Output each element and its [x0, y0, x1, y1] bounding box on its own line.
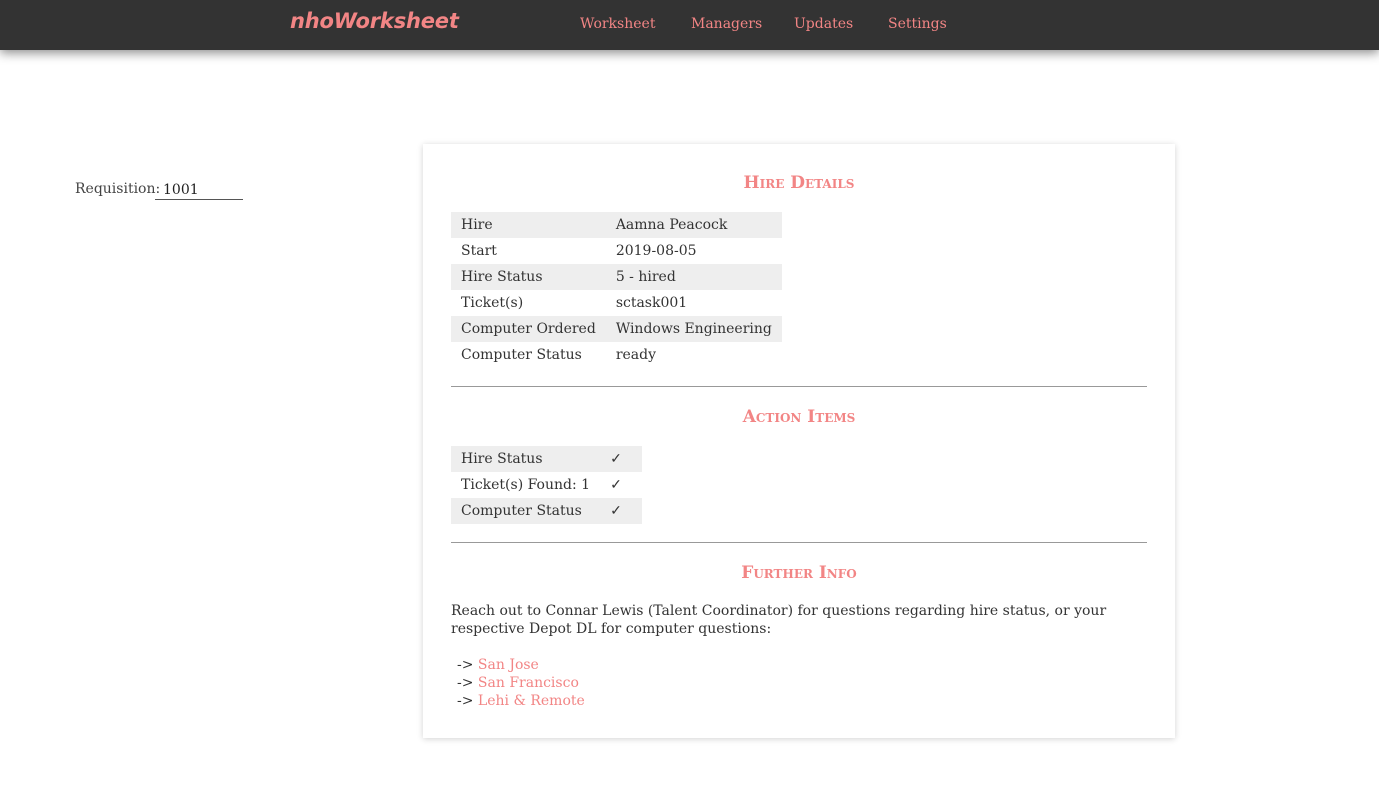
arrow-marker: -> [457, 675, 474, 691]
link-san-francisco[interactable]: San Francisco [478, 675, 579, 691]
table-row: Start 2019-08-05 [451, 238, 782, 264]
brand-logo[interactable]: nhoWorksheet [290, 9, 459, 33]
row-label: Start [461, 243, 497, 259]
table-row: Hire Status ✓ [451, 446, 643, 472]
checkmark-icon: ✓ [610, 477, 622, 493]
action-items-title: Action Items [742, 407, 856, 427]
row-value: Windows Engineering [605, 316, 782, 342]
row-value: sctask001 [615, 295, 688, 311]
requisition-input[interactable] [155, 180, 243, 200]
further-info-text: Reach out to Connar Lewis (Talent Coordi… [451, 603, 1107, 637]
hire-card: Hire Details Hire Aamna Peacock Start 20… [423, 144, 1175, 738]
row-value: ready [615, 347, 657, 363]
row-value: 2019-08-05 [615, 243, 697, 259]
row-label: Ticket(s) [461, 295, 524, 311]
list-item: -> San Francisco [457, 674, 585, 692]
row-label: Hire [451, 212, 606, 238]
arrow-marker: -> [457, 657, 474, 673]
table-row: Hire Aamna Peacock [451, 212, 782, 238]
further-info-title: Further Info [741, 563, 857, 583]
hire-details-title: Hire Details [743, 173, 855, 193]
row-value: Aamna Peacock [605, 212, 782, 238]
row-value: 5 - hired [605, 264, 782, 290]
row-label: Computer Status [461, 347, 582, 363]
action-items-table: Hire Status ✓ Ticket(s) Found: 1 ✓ Compu… [451, 446, 643, 524]
section-divider [451, 386, 1147, 387]
top-navbar: nhoWorksheet Worksheet Managers Updates … [0, 0, 1379, 50]
nav-managers[interactable]: Managers [691, 16, 762, 32]
list-item: -> Lehi & Remote [457, 692, 585, 710]
row-label: Computer Ordered [451, 316, 606, 342]
link-lehi-remote[interactable]: Lehi & Remote [478, 693, 585, 709]
list-item: -> San Jose [457, 656, 585, 674]
nav-worksheet[interactable]: Worksheet [580, 16, 655, 32]
table-row: Computer Status ready [451, 342, 782, 368]
hire-details-table: Hire Aamna Peacock Start 2019-08-05 Hire… [451, 212, 782, 368]
table-row: Ticket(s) sctask001 [451, 290, 782, 316]
row-label: Computer Status [451, 498, 601, 524]
row-label: Hire Status [451, 446, 601, 472]
nav-updates[interactable]: Updates [794, 16, 853, 32]
table-row: Computer Status ✓ [451, 498, 643, 524]
nav-settings[interactable]: Settings [888, 16, 947, 32]
arrow-marker: -> [457, 693, 474, 709]
depot-links-list: -> San Jose -> San Francisco -> Lehi & R… [457, 656, 585, 710]
row-label: Hire Status [451, 264, 606, 290]
checkmark-icon: ✓ [600, 446, 643, 472]
checkmark-icon: ✓ [600, 498, 643, 524]
requisition-label: Requisition: [75, 181, 161, 197]
row-label: Ticket(s) Found: 1 [461, 477, 591, 493]
link-san-jose[interactable]: San Jose [478, 657, 539, 673]
table-row: Hire Status 5 - hired [451, 264, 782, 290]
table-row: Computer Ordered Windows Engineering [451, 316, 782, 342]
section-divider [451, 542, 1147, 543]
table-row: Ticket(s) Found: 1 ✓ [451, 472, 642, 498]
